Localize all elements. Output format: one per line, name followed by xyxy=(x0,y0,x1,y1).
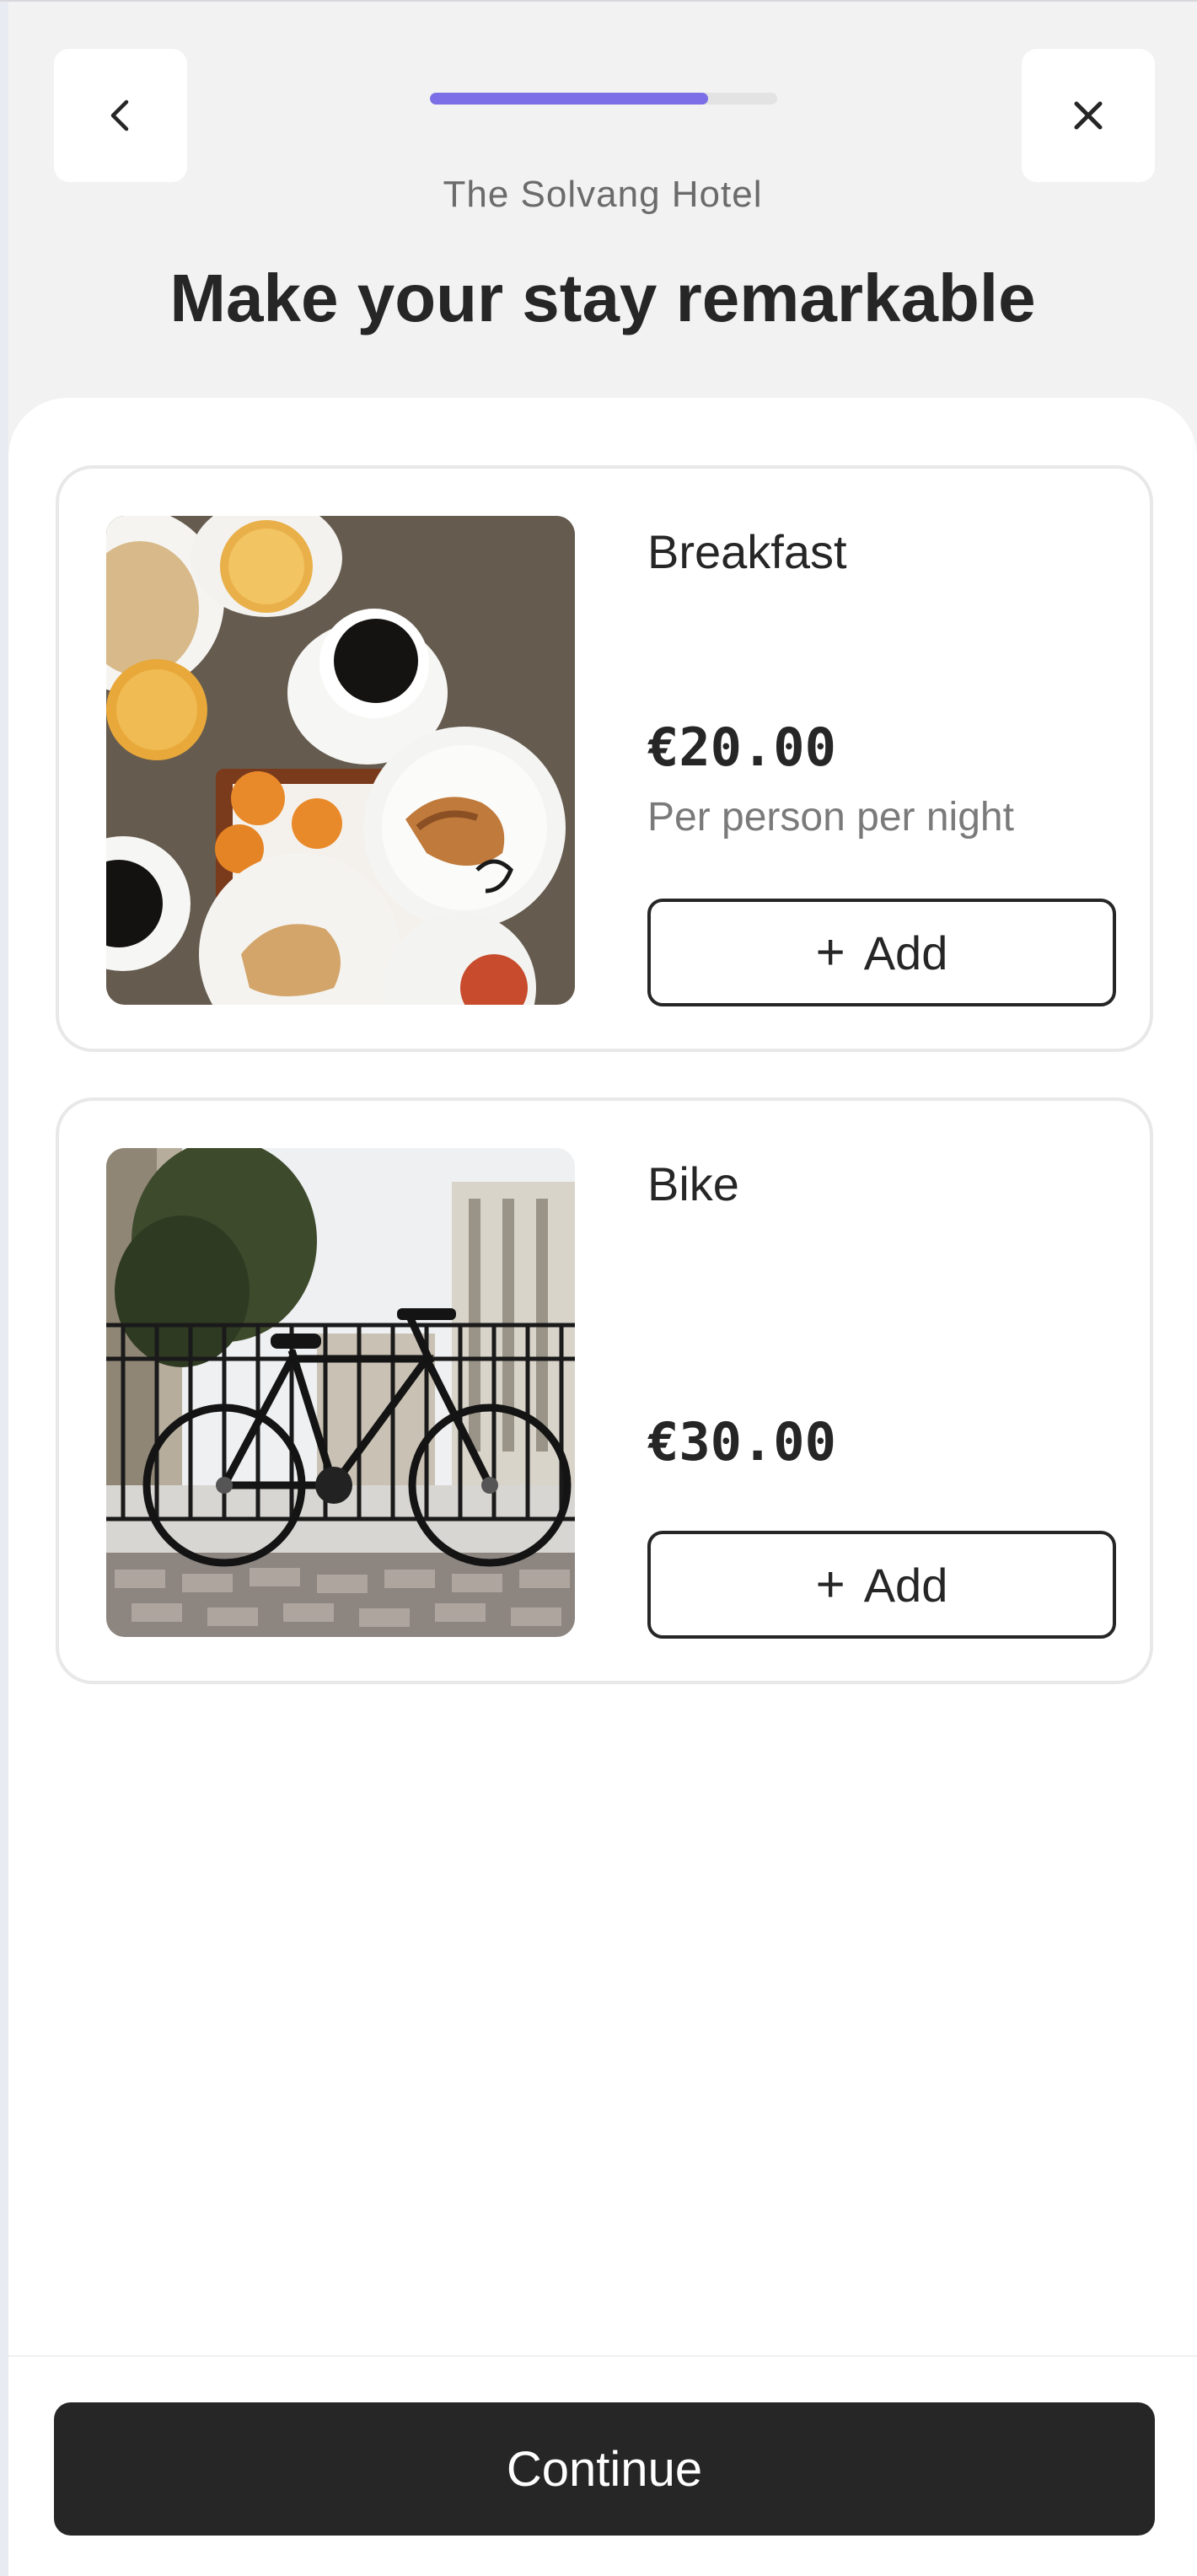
extra-name: Breakfast xyxy=(647,525,847,578)
extra-card-breakfast: Breakfast €20.00 Per person per night + … xyxy=(56,465,1153,1052)
extra-price: €30.00 xyxy=(647,1411,836,1473)
extras-sheet: Breakfast €20.00 Per person per night + … xyxy=(8,398,1197,2576)
plus-icon: + xyxy=(815,1556,845,1613)
upsell-screen: The Solvang Hotel Make your stay remarka… xyxy=(8,2,1197,2576)
close-button[interactable] xyxy=(1022,49,1155,182)
chevron-left-icon xyxy=(106,99,135,132)
add-breakfast-button[interactable]: + Add xyxy=(647,899,1116,1006)
plus-icon: + xyxy=(815,924,845,980)
add-button-label: Add xyxy=(863,1558,948,1612)
progress-fill xyxy=(430,93,708,105)
footer-divider xyxy=(8,2355,1197,2357)
extra-price: €20.00 xyxy=(647,716,836,778)
add-bike-button[interactable]: + Add xyxy=(647,1531,1116,1639)
breakfast-image xyxy=(106,516,575,1005)
close-icon xyxy=(1073,100,1103,131)
continue-button[interactable]: Continue xyxy=(54,2402,1155,2536)
extra-price-unit: Per person per night xyxy=(647,795,1014,840)
hotel-name: The Solvang Hotel xyxy=(443,174,763,215)
progress-bar xyxy=(430,93,777,105)
page-title: Make your stay remarkable xyxy=(169,260,1036,335)
back-button[interactable] xyxy=(54,49,187,182)
bike-image xyxy=(106,1148,575,1637)
extra-card-bike: Bike €30.00 + Add xyxy=(56,1097,1153,1684)
add-button-label: Add xyxy=(863,926,948,979)
extra-name: Bike xyxy=(647,1157,739,1210)
